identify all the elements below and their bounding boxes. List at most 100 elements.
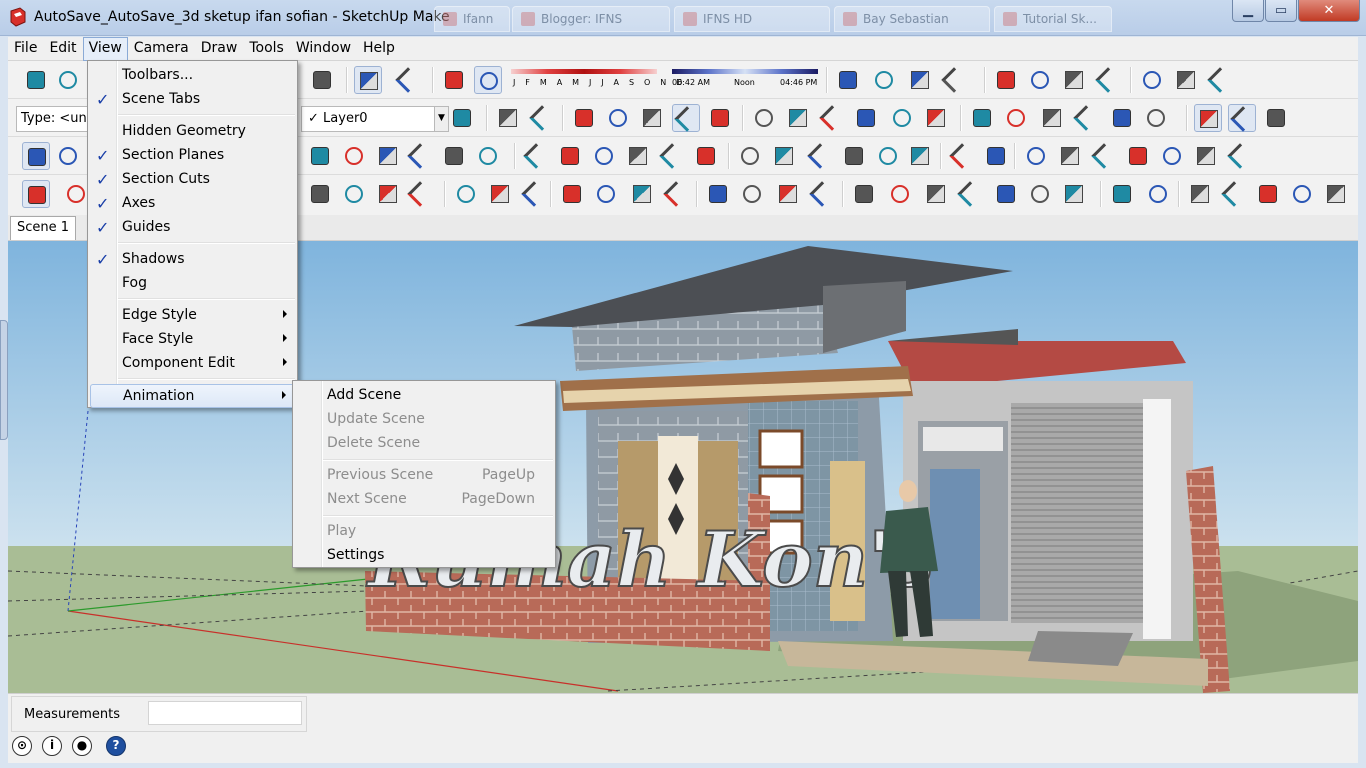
toolbar-tool-button[interactable] [1262, 104, 1290, 132]
toolbar-tool-button[interactable] [834, 66, 862, 94]
toolbar-tool-button[interactable] [1172, 66, 1200, 94]
toolbar-tool-button[interactable] [440, 66, 468, 94]
toolbar-tool-button[interactable] [1026, 180, 1054, 208]
animation-menu-item[interactable]: Add Scene [295, 384, 553, 408]
user-icon[interactable]: ● [72, 736, 92, 756]
view-menu-item[interactable]: ✓ Section Cuts [90, 168, 295, 192]
toolbar-tool-button[interactable] [558, 180, 586, 208]
toolbar-tool-button[interactable] [1322, 180, 1350, 208]
toolbar-tool-button[interactable] [374, 142, 402, 170]
view-menu-item[interactable]: ✓ Scene Tabs [90, 88, 295, 112]
toolbar-tool-button[interactable] [906, 66, 934, 94]
view-menu-item[interactable]: ✓ Section Planes [90, 144, 295, 168]
toolbar-tool-button[interactable] [54, 66, 82, 94]
toolbar-tool-button[interactable] [54, 142, 82, 170]
menu-draw[interactable]: Draw [195, 37, 244, 61]
toolbar-tool-button[interactable] [1060, 66, 1088, 94]
toolbar-tool-button[interactable] [1226, 142, 1254, 170]
toolbar-tool-button[interactable] [1060, 180, 1088, 208]
toolbar-tool-button[interactable] [736, 142, 764, 170]
toolbar-tool-button[interactable] [672, 104, 700, 132]
toolbar-tool-button[interactable] [886, 180, 914, 208]
menu-help[interactable]: Help [357, 37, 401, 61]
view-menu-item[interactable]: Component Edit [90, 352, 295, 376]
toolbar-tool-button[interactable] [306, 142, 334, 170]
toolbar-tool-button[interactable] [818, 104, 846, 132]
menu-file[interactable]: File [8, 37, 43, 61]
view-menu-item[interactable]: Toolbars... [90, 64, 295, 88]
toolbar-tool-button[interactable] [604, 104, 632, 132]
toolbar-tool-button[interactable] [982, 142, 1010, 170]
toolbar-tool-button[interactable] [1002, 104, 1030, 132]
toolbar-tool-button[interactable] [22, 180, 50, 208]
toolbar-tool-button[interactable] [394, 66, 422, 94]
toolbar-tool-button[interactable] [750, 104, 778, 132]
toolbar-tool-button[interactable] [448, 104, 476, 132]
shadow-time-slider[interactable]: 06:42 AM Noon 04:46 PM [672, 69, 820, 93]
view-menu-item[interactable]: ✓ Guides [90, 216, 295, 240]
toolbar-tool-button[interactable] [968, 104, 996, 132]
shadow-month-slider[interactable]: J F M A M J J A S O N D [511, 69, 682, 93]
view-menu-item[interactable]: Face Style [90, 328, 295, 352]
toolbar-tool-button[interactable] [374, 180, 402, 208]
toolbar-tool-button[interactable] [992, 66, 1020, 94]
toolbar-tool-button[interactable] [494, 104, 522, 132]
measurements-input[interactable] [148, 701, 302, 725]
toolbar-tool-button[interactable] [628, 180, 656, 208]
toolbar-tool-button[interactable] [590, 142, 618, 170]
toolbar-tool-button[interactable] [592, 180, 620, 208]
toolbar-tool-button[interactable] [1026, 66, 1054, 94]
toolbar-tool-button[interactable] [1186, 180, 1214, 208]
toolbar-tool-button[interactable] [948, 142, 976, 170]
toolbar-tool-button[interactable] [692, 142, 720, 170]
toolbar-tool-button[interactable] [1254, 180, 1282, 208]
toolbar-tool-button[interactable] [784, 104, 812, 132]
toolbar-tool-button[interactable] [624, 142, 652, 170]
toolbar-tool-button[interactable] [556, 142, 584, 170]
toolbar-tool-button[interactable] [1228, 104, 1256, 132]
toolbar-tool-button[interactable] [406, 180, 434, 208]
toolbar-tool-button[interactable] [888, 104, 916, 132]
toolbar-tool-button[interactable] [308, 66, 336, 94]
toolbar-tool-button[interactable] [1124, 142, 1152, 170]
type-input[interactable]: Type: <und [16, 106, 94, 132]
scene-tab-1[interactable]: Scene 1 [10, 216, 77, 240]
toolbar-tool-button[interactable] [638, 104, 666, 132]
toolbar-tool-button[interactable] [340, 180, 368, 208]
toolbar-tool-button[interactable] [706, 104, 734, 132]
menu-edit[interactable]: Edit [43, 37, 82, 61]
toolbar-tool-button[interactable] [852, 104, 880, 132]
layer-dropdown[interactable]: ✓ Layer0 ▼ [301, 106, 449, 132]
menu-tools[interactable]: Tools [243, 37, 290, 61]
view-menu-item[interactable]: ✓ Shadows [90, 248, 295, 272]
toolbar-tool-button[interactable] [940, 66, 968, 94]
toolbar-tool-button[interactable] [1090, 142, 1118, 170]
view-menu-item[interactable]: Edge Style [90, 304, 295, 328]
close-button[interactable]: ✕ [1298, 0, 1360, 22]
toolbar-tool-button[interactable] [1038, 104, 1066, 132]
toolbar-tool-button[interactable] [1108, 180, 1136, 208]
menu-camera[interactable]: Camera [128, 37, 195, 61]
view-menu-item[interactable]: ✓ Axes [90, 192, 295, 216]
toolbar-tool-button[interactable] [520, 180, 548, 208]
toolbar-tool-button[interactable] [1158, 142, 1186, 170]
view-menu-item[interactable]: Hidden Geometry [90, 120, 295, 144]
toolbar-tool-button[interactable] [906, 142, 934, 170]
chevron-down-icon[interactable]: ▼ [434, 107, 448, 131]
view-menu-item[interactable]: Fog [90, 272, 295, 296]
toolbar-tool-button[interactable] [808, 180, 836, 208]
toolbar-tool-button[interactable] [474, 66, 502, 94]
toolbar-tool-button[interactable] [486, 180, 514, 208]
toolbar-tool-button[interactable] [354, 66, 382, 94]
toolbar-tool-button[interactable] [1138, 66, 1166, 94]
help-icon[interactable]: ? [106, 736, 126, 756]
toolbar-tool-button[interactable] [1206, 66, 1234, 94]
toolbar-tool-button[interactable] [850, 180, 878, 208]
toolbar-tool-button[interactable] [662, 180, 690, 208]
toolbar-tool-button[interactable] [1144, 180, 1172, 208]
toolbar-tool-button[interactable] [1192, 142, 1220, 170]
toolbar-tool-button[interactable] [658, 142, 686, 170]
toolbar-tool-button[interactable] [22, 142, 50, 170]
toolbar-tool-button[interactable] [1142, 104, 1170, 132]
toolbar-tool-button[interactable] [1094, 66, 1122, 94]
